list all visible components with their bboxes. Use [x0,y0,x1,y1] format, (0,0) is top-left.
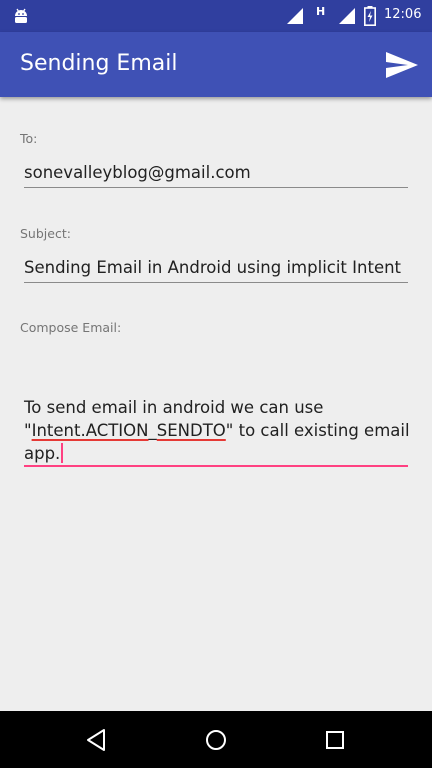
clock: 12:06 [384,7,422,22]
wifi-signal-icon [287,8,303,24]
network-type: H [316,5,326,18]
status-bar: H 12:06 [0,0,432,32]
send-button[interactable] [380,46,424,84]
to-label: To: [20,131,38,146]
compose-email-field[interactable]: To send email in android we can use "Int… [24,396,410,465]
text-cursor [61,443,64,463]
compose-label: Compose Email: [20,320,122,335]
subject-field-underline [24,282,408,283]
send-icon [386,52,418,78]
cell-signal-icon [339,8,355,24]
to-field-underline [24,187,408,188]
compose-text-part: _ [148,421,157,440]
recents-icon[interactable] [320,725,350,755]
page-title: Sending Email [20,51,178,76]
android-debug-icon [15,8,27,23]
subject-field[interactable]: Sending Email in Android using implicit … [24,258,408,277]
app-bar: Sending Email [0,32,432,97]
back-icon[interactable] [82,725,112,755]
subject-label: Subject: [20,226,71,241]
to-field[interactable]: sonevalleyblog@gmail.com [24,163,408,182]
screen: H 12:06 Sending Email To: sonevalleyblog… [0,0,432,768]
misspelled-word: SENDTO [156,421,226,440]
navigation-bar [0,711,432,768]
misspelled-word: Intent.ACTION [31,421,149,440]
home-icon[interactable] [201,725,231,755]
battery-charging-icon [364,6,376,26]
compose-field-underline [24,465,408,467]
